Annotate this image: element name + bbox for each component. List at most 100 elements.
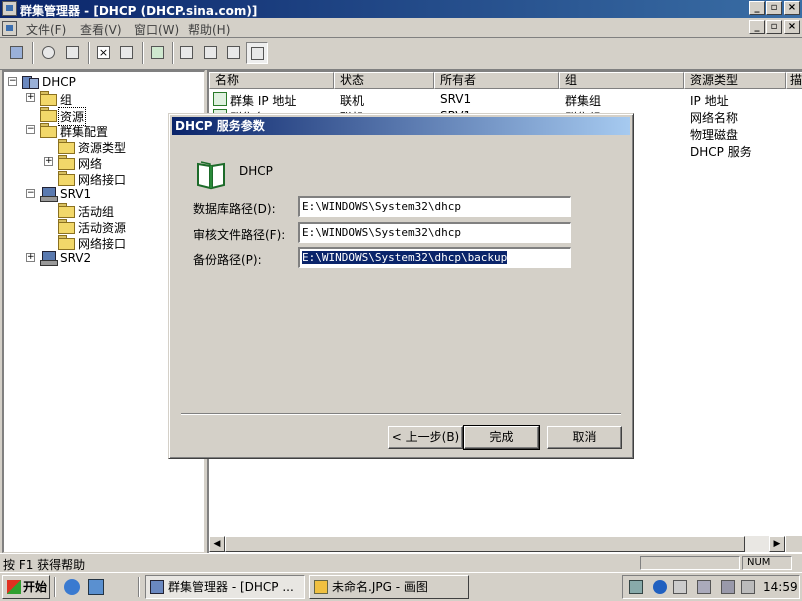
tree-label: DHCP <box>42 75 76 89</box>
delete-button[interactable]: × <box>93 42 115 64</box>
task-paint[interactable]: 未命名.JPG - 画图 <box>309 575 469 599</box>
folder-icon <box>58 203 75 218</box>
column-header-resource-type[interactable]: 资源类型 <box>684 72 786 89</box>
book-icon <box>197 161 225 190</box>
cluster-manager-app-icon[interactable] <box>2 1 17 16</box>
system-tray: 14:59 <box>622 575 800 599</box>
finish-button[interactable]: 完成 <box>463 425 540 450</box>
task-label: 未命名.JPG - 画图 <box>332 580 428 594</box>
taskbar: 开始 群集管理器 - [DHCP ... 未命名.JPG - 画图 14:59 <box>0 572 802 601</box>
column-header-group[interactable]: 组 <box>559 72 684 89</box>
title-bar[interactable]: 群集管理器 - [DHCP (DHCP.sina.com)] _ ▫ × <box>0 0 802 18</box>
num-lock-indicator: NUM <box>742 556 792 570</box>
cluster-manager-icon <box>150 580 164 594</box>
help-tray-icon[interactable] <box>653 580 667 594</box>
scroll-right-icon[interactable]: ▶ <box>769 536 785 552</box>
mdi-child-icon[interactable] <box>2 21 17 36</box>
expand-icon[interactable]: + <box>44 157 53 166</box>
tree-label: 网络接口 <box>78 173 127 187</box>
network-tray-icon[interactable] <box>629 580 643 594</box>
column-header-name[interactable]: 名称 <box>209 72 334 89</box>
folder-icon <box>58 235 75 250</box>
selected-text: E:\WINDOWS\System32\dhcp\backup <box>302 251 508 264</box>
status-bar: 按 F1 获得帮助 NUM <box>0 553 802 572</box>
menu-file[interactable]: 文件(F) <box>26 21 66 38</box>
small-icons-button[interactable] <box>200 42 222 64</box>
child-close-button[interactable]: × <box>784 20 800 34</box>
dialog-title[interactable]: DHCP 服务参数 <box>172 117 630 135</box>
cell-name[interactable]: 群集 IP 地址 <box>230 92 296 109</box>
close-button[interactable]: × <box>784 1 800 15</box>
db-path-input[interactable]: E:\WINDOWS\System32\dhcp <box>298 196 571 217</box>
cell-status: 联机 <box>340 94 365 108</box>
explorer-quicklaunch-icon[interactable] <box>88 579 104 595</box>
toolbar: × <box>0 38 802 70</box>
child-restore-button[interactable]: ▫ <box>766 20 782 34</box>
connect-icon <box>10 46 23 59</box>
collapse-icon[interactable]: − <box>8 77 17 86</box>
back-button[interactable]: < 上一步(B) <box>388 426 463 449</box>
cell-type: 物理磁盘 <box>690 128 739 142</box>
column-header-status[interactable]: 状态 <box>334 72 434 89</box>
clock[interactable]: 14:59 <box>763 580 798 594</box>
open-connection-button[interactable] <box>6 42 28 64</box>
server-icon <box>40 251 58 266</box>
scroll-thumb[interactable] <box>225 536 745 552</box>
properties-button[interactable] <box>116 42 138 64</box>
menu-window[interactable]: 窗口(W) <box>134 21 179 38</box>
cell-owner: SRV1 <box>440 92 472 106</box>
ie-quicklaunch-icon[interactable] <box>64 579 80 595</box>
horizontal-scrollbar[interactable]: ◀ ▶ <box>209 536 785 552</box>
tree-label: 活动资源 <box>78 221 127 235</box>
toolbar-separator <box>142 42 144 64</box>
toolbar-separator <box>172 42 174 64</box>
menu-help[interactable]: 帮助(H) <box>188 21 230 38</box>
large-icons-icon <box>180 46 193 59</box>
list-icon <box>227 46 240 59</box>
audit-path-input[interactable]: E:\WINDOWS\System32\dhcp <box>298 222 571 243</box>
expand-icon[interactable]: + <box>26 93 35 102</box>
tree-label: 群集配置 <box>60 125 109 139</box>
take-offline-button[interactable] <box>62 42 84 64</box>
cell-type: DHCP 服务 <box>690 145 752 159</box>
toolbar-separator <box>88 42 90 64</box>
menu-view[interactable]: 查看(V) <box>80 21 122 38</box>
backup-path-input[interactable]: E:\WINDOWS\System32\dhcp\backup <box>298 247 571 268</box>
toolbar-separator <box>32 42 34 64</box>
tree-label: 活动组 <box>78 205 115 219</box>
server-icon <box>40 187 58 202</box>
taskbar-separator <box>54 577 56 597</box>
start-button[interactable]: 开始 <box>2 575 50 599</box>
taskbar-separator <box>138 577 140 597</box>
tree-label: 网络接口 <box>78 237 127 251</box>
minimize-button[interactable]: _ <box>749 1 765 15</box>
column-header-description[interactable]: 描 <box>786 72 802 89</box>
dhcp-service-params-dialog: DHCP 服务参数 DHCP 数据库路径(D): E:\WINDOWS\Syst… <box>168 113 634 459</box>
bring-online-button[interactable] <box>38 42 60 64</box>
window-title: 群集管理器 - [DHCP (DHCP.sina.com)] <box>20 4 258 18</box>
cell-type: 网络名称 <box>690 111 739 125</box>
task-cluster-manager[interactable]: 群集管理器 - [DHCP ... <box>145 575 305 599</box>
scroll-left-icon[interactable]: ◀ <box>209 536 225 552</box>
refresh-icon <box>151 46 164 59</box>
list-view-button[interactable] <box>223 42 245 64</box>
child-minimize-button[interactable]: _ <box>749 20 765 34</box>
volume-tray-icon[interactable] <box>741 580 755 594</box>
display-tray-icon[interactable] <box>697 580 711 594</box>
expand-icon[interactable]: + <box>26 253 35 262</box>
security-tray-icon[interactable] <box>721 580 735 594</box>
collapse-icon[interactable]: − <box>26 125 35 134</box>
properties-icon <box>120 46 133 59</box>
details-view-button[interactable] <box>246 42 268 64</box>
status-panel <box>640 556 740 570</box>
refresh-button[interactable] <box>147 42 169 64</box>
tree-label: SRV1 <box>60 187 92 201</box>
resource-name-label: DHCP <box>239 164 273 178</box>
cancel-button[interactable]: 取消 <box>547 426 622 449</box>
large-icons-button[interactable] <box>176 42 198 64</box>
column-header-owner[interactable]: 所有者 <box>434 72 559 89</box>
backup-path-label: 备份路径(P): <box>193 253 262 267</box>
pen-tray-icon[interactable] <box>673 580 687 594</box>
collapse-icon[interactable]: − <box>26 189 35 198</box>
restore-button[interactable]: ▫ <box>766 1 782 15</box>
